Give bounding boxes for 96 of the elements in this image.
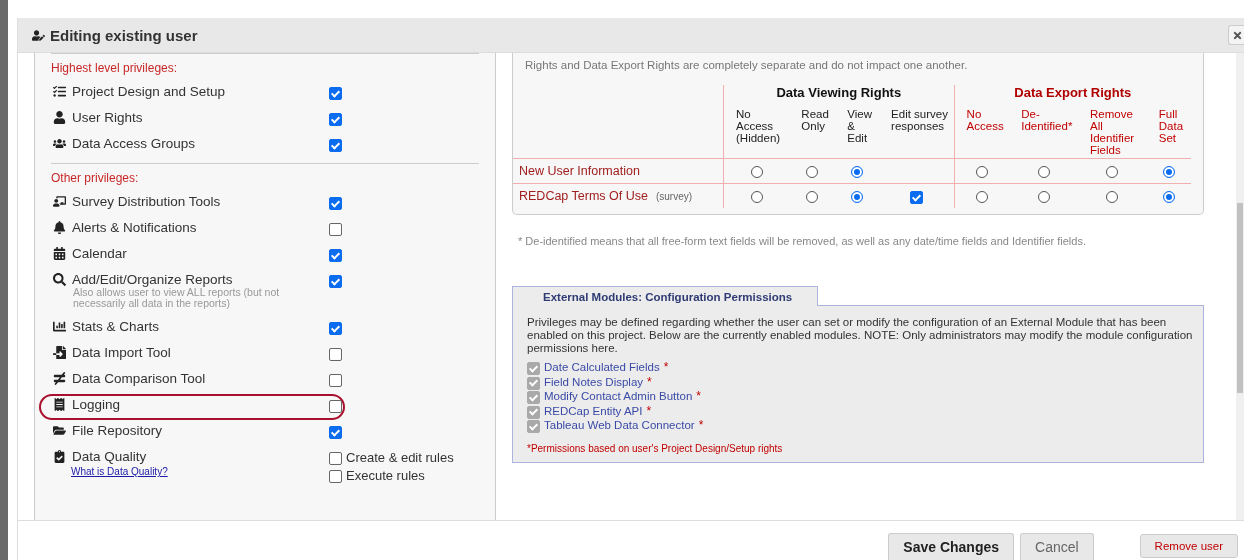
privilege-label: Data Import Tool xyxy=(72,345,171,361)
help-link[interactable]: What is Data Quality? xyxy=(53,466,168,478)
checkbox[interactable] xyxy=(329,249,342,262)
privilege-label: Alerts & Notifications xyxy=(72,220,197,235)
column-header: View & Edit xyxy=(835,108,880,159)
column-header: No Access xyxy=(954,108,1010,159)
checkbox[interactable] xyxy=(329,87,342,100)
radio-button[interactable] xyxy=(975,165,988,178)
checkbox[interactable] xyxy=(329,452,342,466)
not-equal-icon xyxy=(53,372,66,386)
radio-button[interactable] xyxy=(1106,190,1119,203)
privilege-label: Data Quality xyxy=(72,449,147,465)
privilege-label: Survey Distribution Tools xyxy=(72,194,221,209)
module-name: Date Calculated Fields xyxy=(544,361,660,374)
radio-button[interactable] xyxy=(851,190,864,203)
column-header: Remove All Identifier Fields xyxy=(1078,108,1147,159)
radio-button[interactable] xyxy=(1037,165,1050,178)
option-label: Create & edit rules xyxy=(346,449,454,465)
checkbox[interactable] xyxy=(329,322,342,336)
privilege-label: Calendar xyxy=(72,246,127,261)
bar-chart-icon xyxy=(53,320,66,334)
group-header: Data Viewing Rights xyxy=(723,85,955,108)
user-edit-icon xyxy=(32,28,45,42)
checkbox[interactable] xyxy=(329,223,342,236)
column-header: Edit survey responses xyxy=(879,108,955,159)
checkbox[interactable] xyxy=(329,400,342,414)
group-header: Data Export Rights xyxy=(954,85,1191,108)
checkbox[interactable] xyxy=(329,470,342,484)
privilege-label: Logging xyxy=(72,397,121,413)
description: Privileges may be defined regarding whether the user can set or modify the configuration of an External Module that has been enabled on this project. Below are the currently enabled modules. NOTE: Only administrators may modify the module configuration permissions here. xyxy=(527,316,1193,355)
instrument-name: New User Information xyxy=(519,164,640,179)
checkbox[interactable] xyxy=(329,348,342,362)
instrument-name: REDCap Terms Of Use xyxy=(519,189,648,204)
receipt-icon xyxy=(53,398,66,412)
module-name: Tableau Web Data Connector xyxy=(544,419,695,432)
privilege-label: Stats & Charts xyxy=(72,319,160,335)
instrument-note: (survey) xyxy=(655,191,693,203)
privilege-label: Add/Edit/Organize Reports xyxy=(72,272,233,287)
column-header: De-Identified* xyxy=(1009,108,1079,159)
radio-button[interactable] xyxy=(806,165,819,178)
column-header: Read Only xyxy=(789,108,836,159)
presenter-icon xyxy=(53,195,66,208)
radio-button[interactable] xyxy=(851,165,864,178)
remove-button[interactable]: Remove user xyxy=(1139,534,1238,558)
radio-button[interactable] xyxy=(806,190,819,203)
save-button[interactable]: Save Changes xyxy=(888,533,1014,560)
bell-icon xyxy=(53,221,66,234)
privilege-label: Data Comparison Tool xyxy=(72,371,206,387)
privilege-label: File Repository xyxy=(72,423,163,439)
privilege-note: Also allows user to view ALL reports (but not necessarily all data in the reports) xyxy=(73,287,281,310)
section-heading: Highest level privileges: xyxy=(51,61,179,75)
user-icon xyxy=(53,111,66,124)
footnote: * De-identified means that all free-form text fields will be removed, as well as any date/time fields and Identifier fields. xyxy=(518,235,1087,248)
checklist-icon xyxy=(53,85,66,98)
column-header: Full Data Set xyxy=(1146,108,1191,159)
column-header: No Access (Hidden) xyxy=(723,108,790,159)
section-heading: Other privileges: xyxy=(51,171,140,185)
privilege-label: User Rights xyxy=(72,110,143,125)
required-mark: * xyxy=(696,389,701,404)
dialog-title: Editing existing user xyxy=(50,26,199,44)
module-name: REDCap Entity API xyxy=(544,404,643,417)
privilege-label: Project Design and Setup xyxy=(72,84,226,99)
required-mark: * xyxy=(647,374,652,389)
checkbox[interactable] xyxy=(329,139,342,152)
required-mark: * xyxy=(663,360,669,375)
checkbox[interactable] xyxy=(329,275,342,288)
module-name: Field Notes Display xyxy=(544,375,644,388)
close-icon xyxy=(1232,29,1243,41)
clipboard-check-icon xyxy=(53,450,66,464)
option-label: Execute rules xyxy=(346,467,425,483)
close-button[interactable] xyxy=(1228,25,1244,45)
intro-text: Rights and Data Export Rights are completely separate and do not impact one another. xyxy=(524,59,969,71)
checkbox[interactable] xyxy=(329,374,342,388)
calendar-icon xyxy=(53,247,66,260)
required-mark: * xyxy=(698,418,704,433)
radio-button[interactable] xyxy=(750,190,763,203)
footnote: *Permissions based on user's Project Design/Setup rights xyxy=(527,442,784,454)
required-mark: * xyxy=(646,403,652,418)
scrollbar[interactable] xyxy=(1236,53,1244,520)
checkbox[interactable] xyxy=(329,426,342,440)
radio-button[interactable] xyxy=(750,165,763,178)
radio-button[interactable] xyxy=(1162,165,1175,178)
radio-button[interactable] xyxy=(1106,165,1119,178)
radio-button[interactable] xyxy=(975,190,988,203)
radio-button[interactable] xyxy=(1037,190,1050,203)
privilege-label: Data Access Groups xyxy=(72,136,196,151)
folder-icon xyxy=(53,424,66,438)
cancel-button[interactable]: Cancel xyxy=(1020,533,1094,560)
file-import-icon xyxy=(53,346,66,360)
radio-button[interactable] xyxy=(1162,190,1175,203)
module-name: Modify Contact Admin Button xyxy=(544,390,693,403)
search-icon xyxy=(53,273,66,286)
users-icon xyxy=(53,137,66,150)
checkbox[interactable] xyxy=(329,197,342,210)
checkbox[interactable] xyxy=(909,191,923,205)
checkbox[interactable] xyxy=(329,113,342,126)
